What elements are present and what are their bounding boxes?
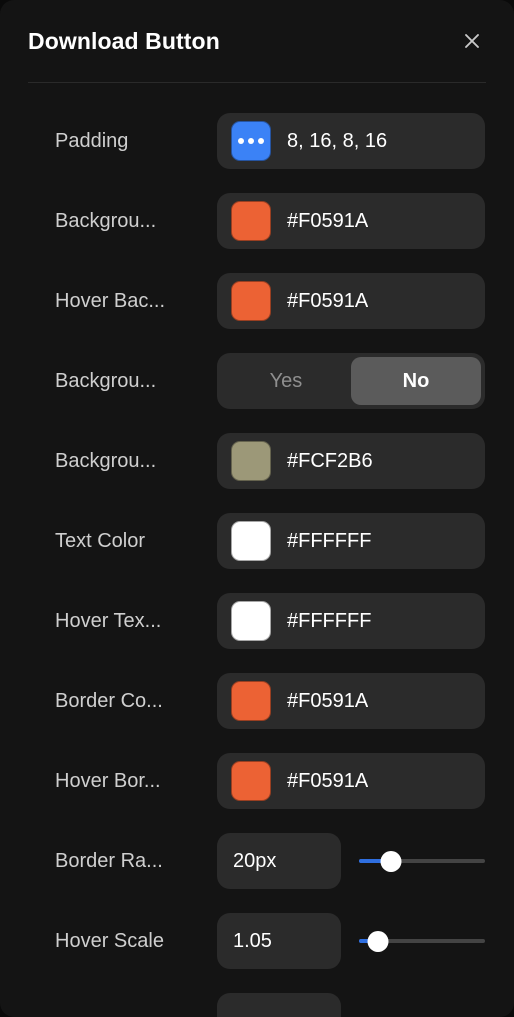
property-row-hover-scale: Hover Scale 1.05 xyxy=(0,901,514,981)
row-label: Backgrou... xyxy=(55,369,157,392)
property-row-hover-text-color: Hover Tex... #FFFFFF xyxy=(0,581,514,661)
color-swatch[interactable] xyxy=(231,761,271,801)
slider-knob[interactable] xyxy=(367,930,389,952)
clipped-input[interactable] xyxy=(217,993,341,1017)
color-field[interactable]: #FFFFFF xyxy=(217,513,485,569)
row-control: #FFFFFF xyxy=(217,593,485,649)
row-label: Border Co... xyxy=(55,689,163,712)
property-row-border-radius: Border Ra... 20px xyxy=(0,821,514,901)
color-swatch[interactable] xyxy=(231,281,271,321)
color-swatch[interactable] xyxy=(231,441,271,481)
field-value: #F0591A xyxy=(287,209,369,232)
padding-field[interactable]: 8, 16, 8, 16 xyxy=(217,113,485,169)
hover-scale-input[interactable]: 1.05 xyxy=(217,913,341,969)
row-control: #FCF2B6 xyxy=(217,433,485,489)
slider-knob[interactable] xyxy=(380,850,401,872)
row-control: Yes No xyxy=(217,353,485,409)
field-value: #FFFFFF xyxy=(287,529,372,552)
property-row-background-secondary-color: Backgrou... #FCF2B6 xyxy=(0,421,514,501)
property-rows: Padding 8, 16, 8, 16 Backgrou... #F0591A xyxy=(0,83,514,1017)
property-row-hover-background-color: Hover Bac... #F0591A xyxy=(0,261,514,341)
property-row-text-color: Text Color #FFFFFF xyxy=(0,501,514,581)
border-radius-slider[interactable] xyxy=(359,849,485,873)
property-row-border-color: Border Co... #F0591A xyxy=(0,661,514,741)
row-control: #F0591A xyxy=(217,753,485,809)
row-label: Backgrou... xyxy=(55,449,157,472)
row-control: 8, 16, 8, 16 xyxy=(217,113,485,169)
color-field[interactable]: #F0591A xyxy=(217,753,485,809)
row-control: 1.05 xyxy=(217,913,485,969)
row-label: Hover Scale xyxy=(55,929,164,952)
row-control: #F0591A xyxy=(217,193,485,249)
row-control: #FFFFFF xyxy=(217,513,485,569)
field-value: #FFFFFF xyxy=(287,609,372,632)
row-label: Padding xyxy=(55,129,129,152)
row-label: Hover Bor... xyxy=(55,769,161,792)
property-row-padding: Padding 8, 16, 8, 16 xyxy=(0,101,514,181)
color-field[interactable]: #F0591A xyxy=(217,193,485,249)
color-field[interactable]: #F0591A xyxy=(217,673,485,729)
property-row-background-toggle: Backgrou... Yes No xyxy=(0,341,514,421)
color-swatch[interactable] xyxy=(231,201,271,241)
close-icon[interactable] xyxy=(458,27,486,55)
property-row-clipped xyxy=(0,981,514,1017)
toggle-option-yes[interactable]: Yes xyxy=(221,357,351,405)
toggle-option-no[interactable]: No xyxy=(351,357,481,405)
border-radius-input[interactable]: 20px xyxy=(217,833,341,889)
download-button-properties-panel: Download Button Padding 8, 16, 8, 16 Bac xyxy=(0,0,514,1017)
field-value: #F0591A xyxy=(287,769,369,792)
row-label: Text Color xyxy=(55,529,146,552)
row-control: #F0591A xyxy=(217,273,485,329)
field-value: #FCF2B6 xyxy=(287,449,373,472)
color-field[interactable]: #F0591A xyxy=(217,273,485,329)
color-swatch[interactable] xyxy=(231,601,271,641)
panel-header: Download Button xyxy=(0,0,514,82)
hover-scale-slider[interactable] xyxy=(359,929,485,953)
property-row-background-color: Backgrou... #F0591A xyxy=(0,181,514,261)
row-control: #F0591A xyxy=(217,673,485,729)
yes-no-toggle: Yes No xyxy=(217,353,485,409)
field-value: 8, 16, 8, 16 xyxy=(287,129,388,152)
row-control: 20px xyxy=(217,833,485,889)
color-field[interactable]: #FFFFFF xyxy=(217,593,485,649)
color-swatch[interactable] xyxy=(231,521,271,561)
field-value: #F0591A xyxy=(287,289,369,312)
row-label: Border Ra... xyxy=(55,849,163,872)
color-field[interactable]: #FCF2B6 xyxy=(217,433,485,489)
color-swatch[interactable] xyxy=(231,681,271,721)
property-row-hover-border-color: Hover Bor... #F0591A xyxy=(0,741,514,821)
row-label: Hover Bac... xyxy=(55,289,166,312)
row-label: Hover Tex... xyxy=(55,609,162,632)
page-title: Download Button xyxy=(28,27,220,54)
row-control xyxy=(217,993,485,1017)
ellipsis-icon xyxy=(231,121,271,161)
row-label: Backgrou... xyxy=(55,209,157,232)
field-value: #F0591A xyxy=(287,689,369,712)
